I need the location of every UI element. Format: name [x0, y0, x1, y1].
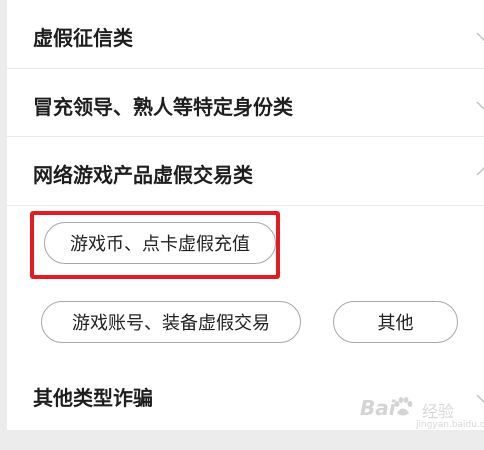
category-row-credit[interactable]: 虚假征信类 [7, 0, 484, 69]
watermark-url: jingyan.baidu.com [416, 420, 484, 430]
chevron-up-icon [476, 166, 484, 176]
watermark-brand: Bai [360, 396, 396, 420]
watermark-subtitle: 经验 [422, 402, 455, 421]
paw-icon [394, 397, 413, 416]
option-label: 其他 [377, 313, 414, 334]
option-chip-game-account[interactable]: 游戏账号、装备虚假交易 [41, 301, 301, 343]
option-chip-other[interactable]: 其他 [333, 301, 458, 343]
baidu-watermark: Bai 经验 jingyan.baidu.com [360, 392, 484, 442]
category-row-impersonation[interactable]: 冒充领导、熟人等特定身份类 [7, 69, 484, 137]
chevron-down-icon [476, 32, 484, 42]
category-label: 冒充领导、熟人等特定身份类 [33, 95, 293, 119]
fraud-category-panel: 虚假征信类 冒充领导、熟人等特定身份类 网络游戏产品虚假交易类 游戏币、点卡虚假… [7, 0, 484, 430]
category-label: 虚假征信类 [33, 26, 133, 50]
category-label: 网络游戏产品虚假交易类 [33, 163, 253, 187]
category-row-game-trade[interactable]: 网络游戏产品虚假交易类 [7, 137, 484, 206]
category-label: 其他类型诈骗 [33, 386, 153, 410]
highlight-box [30, 211, 280, 279]
chevron-down-icon [476, 101, 484, 111]
option-label: 游戏账号、装备虚假交易 [72, 313, 270, 334]
